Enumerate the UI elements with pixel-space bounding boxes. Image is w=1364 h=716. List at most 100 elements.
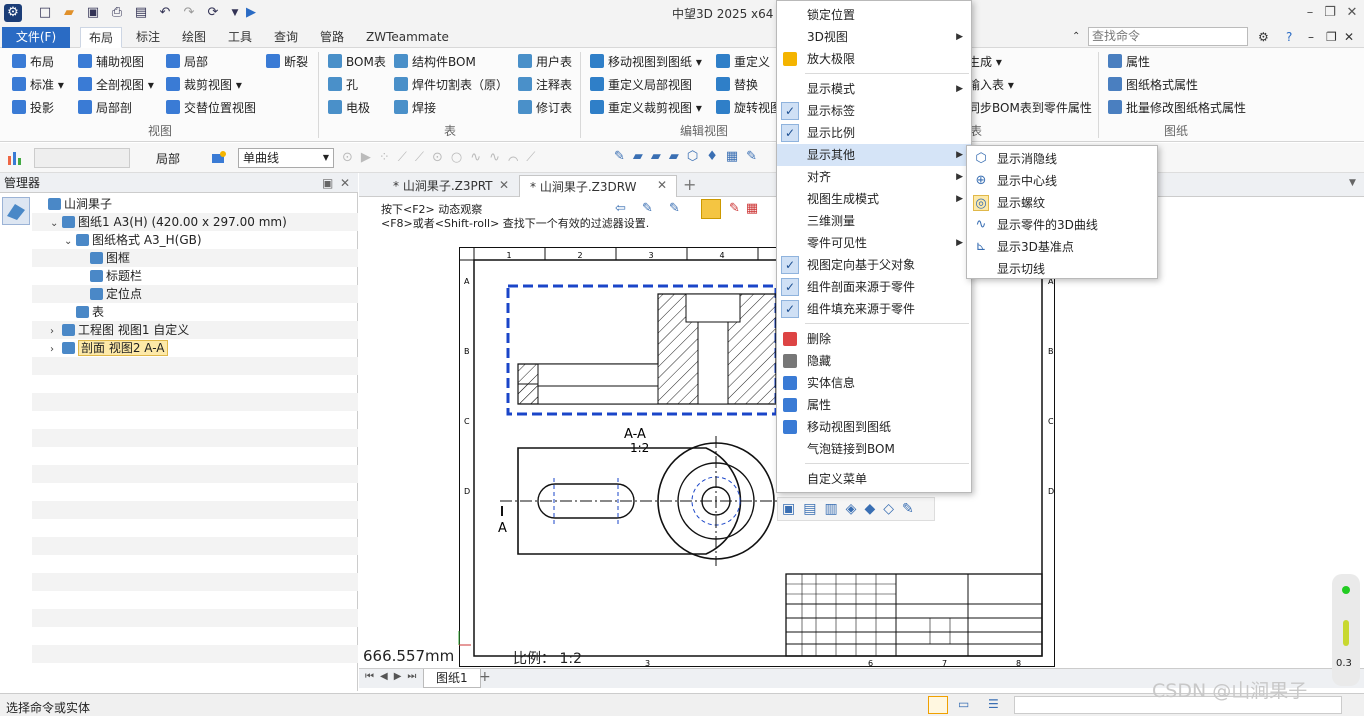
front-view[interactable] [500, 436, 790, 566]
tab-query[interactable]: 查询 [266, 27, 306, 48]
tree-item[interactable]: ⌄ 图纸格式 A3_H(GB) [32, 231, 358, 249]
tab-drawing-document[interactable]: * 山涧果子.Z3DRW [519, 175, 677, 197]
doc-close-button[interactable]: ✕ [1336, 27, 1362, 48]
linetype-select[interactable]: 单曲线 ▼ [238, 148, 334, 168]
list-icon[interactable]: ☰ [988, 697, 999, 711]
collapse-ribbon-icon[interactable]: ⌃ [1064, 27, 1088, 48]
layout-button[interactable]: 布局 [12, 52, 54, 72]
tree-item[interactable]: › 工程图 视图1 自定义 [32, 321, 358, 339]
sync-bom-button[interactable]: 同步BOM表到零件属性 [968, 98, 1092, 118]
context-menu-item[interactable]: 显示模式 ▶ [777, 78, 971, 100]
context-menu-item[interactable]: 删除 [777, 328, 971, 350]
move-view-to-sheet-button[interactable]: 移动视图到图纸 ▾ [590, 52, 702, 72]
local-section-button[interactable]: 局部剖 [78, 98, 132, 118]
save-icon[interactable]: ▣ [84, 4, 102, 22]
view-floating-toolbar[interactable]: ▣▤▥◈◆◇✎ [777, 497, 935, 521]
chevron-right-icon[interactable]: › [50, 341, 62, 359]
close-button[interactable]: ✕ [1342, 3, 1362, 23]
active-view-tool-icon[interactable] [701, 199, 721, 219]
display-icon[interactable]: ▭ [958, 697, 969, 711]
redefine-local-view-button[interactable]: 重定义局部视图 [590, 75, 692, 95]
local-view-button[interactable]: 局部 [166, 52, 208, 72]
undo-icon[interactable]: ↶ [156, 4, 174, 22]
bom-table-button[interactable]: BOM表 [328, 52, 386, 72]
tab-tools[interactable]: 工具 [220, 27, 260, 48]
revision-table-button[interactable]: 修订表 [518, 98, 572, 118]
tab-file[interactable]: 文件(F) [2, 27, 70, 48]
tab-annotate[interactable]: 标注 [128, 27, 168, 48]
submenu-item[interactable]: ∿ 显示零件的3D曲线 [967, 214, 1157, 236]
restore-button[interactable]: ❐ [1320, 3, 1340, 23]
tree-item[interactable]: 标题栏 [32, 267, 358, 285]
tab-close-icon[interactable]: ✕ [499, 178, 509, 192]
electrode-button[interactable]: 电极 [328, 98, 370, 118]
submenu-item[interactable]: ◎ 显示螺纹 [967, 192, 1157, 214]
view-tools-icon[interactable]: ⇦ ✎ ✎ [615, 201, 686, 216]
export-icon[interactable]: ▤ [132, 4, 150, 22]
weld-cut-table-button[interactable]: 焊件切割表（原） [394, 75, 508, 95]
weld-button[interactable]: 焊接 [394, 98, 436, 118]
tree-item[interactable]: 图框 [32, 249, 358, 267]
snap-tools-icon[interactable]: ⊙▶⁘⟋⟋⊙○∿∿⌒⟋ [342, 150, 543, 165]
display-tools-icon[interactable]: ✎▰▰▰⬡♦▦✎ [614, 149, 765, 164]
alt-position-view-button[interactable]: 交替位置视图 [166, 98, 256, 118]
redefine-crop-view-button[interactable]: 重定义裁剪视图 ▾ [590, 98, 702, 118]
sheet-properties-button[interactable]: 属性 [1108, 52, 1150, 72]
view-style-icon[interactable] [210, 149, 228, 167]
add-sheet-icon[interactable]: + [479, 669, 491, 685]
context-menu-item[interactable]: 自定义菜单 [777, 468, 971, 490]
generate-button[interactable]: 生成 ▾ [968, 52, 1002, 72]
projection-button[interactable]: 投影 [12, 98, 54, 118]
pin-icon[interactable]: ▣ [322, 173, 333, 193]
context-menu-item[interactable]: 放大极限 [777, 48, 971, 70]
note-table-button[interactable]: 注释表 [518, 75, 572, 95]
break-view-button[interactable]: 断裂 [266, 52, 308, 72]
settings-gear-icon[interactable]: ⚙ [1250, 27, 1277, 48]
crop-view-button[interactable]: 裁剪视图 ▾ [166, 75, 242, 95]
redo-icon[interactable]: ↷ [180, 4, 198, 22]
tab-layout[interactable]: 布局 [80, 27, 123, 48]
tree-item[interactable]: 表 [32, 303, 358, 321]
standard-view-button[interactable]: 标准 ▾ [12, 75, 64, 95]
tree-item[interactable]: ⌄ 图纸1 A3(H) (420.00 x 297.00 mm) [32, 213, 358, 231]
submenu-item[interactable]: ⊕ 显示中心线 [967, 170, 1157, 192]
full-section-button[interactable]: 全剖视图 ▾ [78, 75, 154, 95]
sheet-format-properties-button[interactable]: 图纸格式属性 [1108, 75, 1198, 95]
submenu-item[interactable]: ⬡ 显示消隐线 [967, 148, 1157, 170]
context-menu-item[interactable]: 对齐 ▶ [777, 166, 971, 188]
search-input[interactable]: 查找命令 [1088, 27, 1248, 46]
batch-format-button[interactable]: 批量修改图纸格式属性 [1108, 98, 1246, 118]
refresh-icon[interactable]: ⟳ [204, 4, 222, 22]
close-icon[interactable]: ✕ [340, 173, 350, 193]
print-icon[interactable]: ⎙ [108, 4, 126, 22]
context-menu-item[interactable]: 视图生成模式 ▶ [777, 188, 971, 210]
app-logo-icon[interactable]: ⚙ [4, 4, 22, 22]
context-menu-item[interactable]: 三维测量 [777, 210, 971, 232]
tab-piping[interactable]: 管路 [312, 27, 352, 48]
user-table-button[interactable]: 用户表 [518, 52, 572, 72]
context-menu-item[interactable]: 零件可见性 ▶ [777, 232, 971, 254]
sheet-tab[interactable]: 图纸1 [423, 669, 481, 688]
context-menu-item[interactable]: ✓ 组件填充来源于零件 [777, 298, 971, 320]
tab-draw[interactable]: 绘图 [174, 27, 214, 48]
context-menu-item[interactable]: ✓ 显示比例 [777, 122, 971, 144]
replace-button[interactable]: 替换 [716, 75, 758, 95]
context-menu-item[interactable]: 显示其他 ▶ [777, 144, 971, 166]
submenu-item[interactable]: ⊾ 显示3D基准点 [967, 236, 1157, 258]
help-icon[interactable]: ? [1278, 27, 1300, 48]
hole-table-button[interactable]: 孔 [328, 75, 358, 95]
tree-item[interactable]: › 剖面 视图2 A-A [32, 339, 358, 357]
open-folder-icon[interactable]: ▰ [60, 4, 78, 22]
run-icon[interactable]: ▶ [242, 4, 260, 22]
tree-item[interactable]: 山涧果子 [32, 195, 358, 213]
tab-close-icon[interactable]: ✕ [657, 178, 667, 192]
aux-view-button[interactable]: 辅助视图 [78, 52, 144, 72]
filter-select[interactable] [34, 148, 130, 168]
import-table-button[interactable]: 输入表 ▾ [968, 75, 1014, 95]
context-menu-item[interactable]: 3D视图 ▶ [777, 26, 971, 48]
grid-tool-icon[interactable]: ✎▦ [729, 201, 764, 216]
section-view-a-a[interactable] [506, 284, 778, 416]
context-menu-item[interactable]: ✓ 组件剖面来源于零件 [777, 276, 971, 298]
context-menu-item[interactable]: 属性 [777, 394, 971, 416]
sheet-nav-icon[interactable]: ⏮◀▶⏭ [365, 671, 422, 682]
